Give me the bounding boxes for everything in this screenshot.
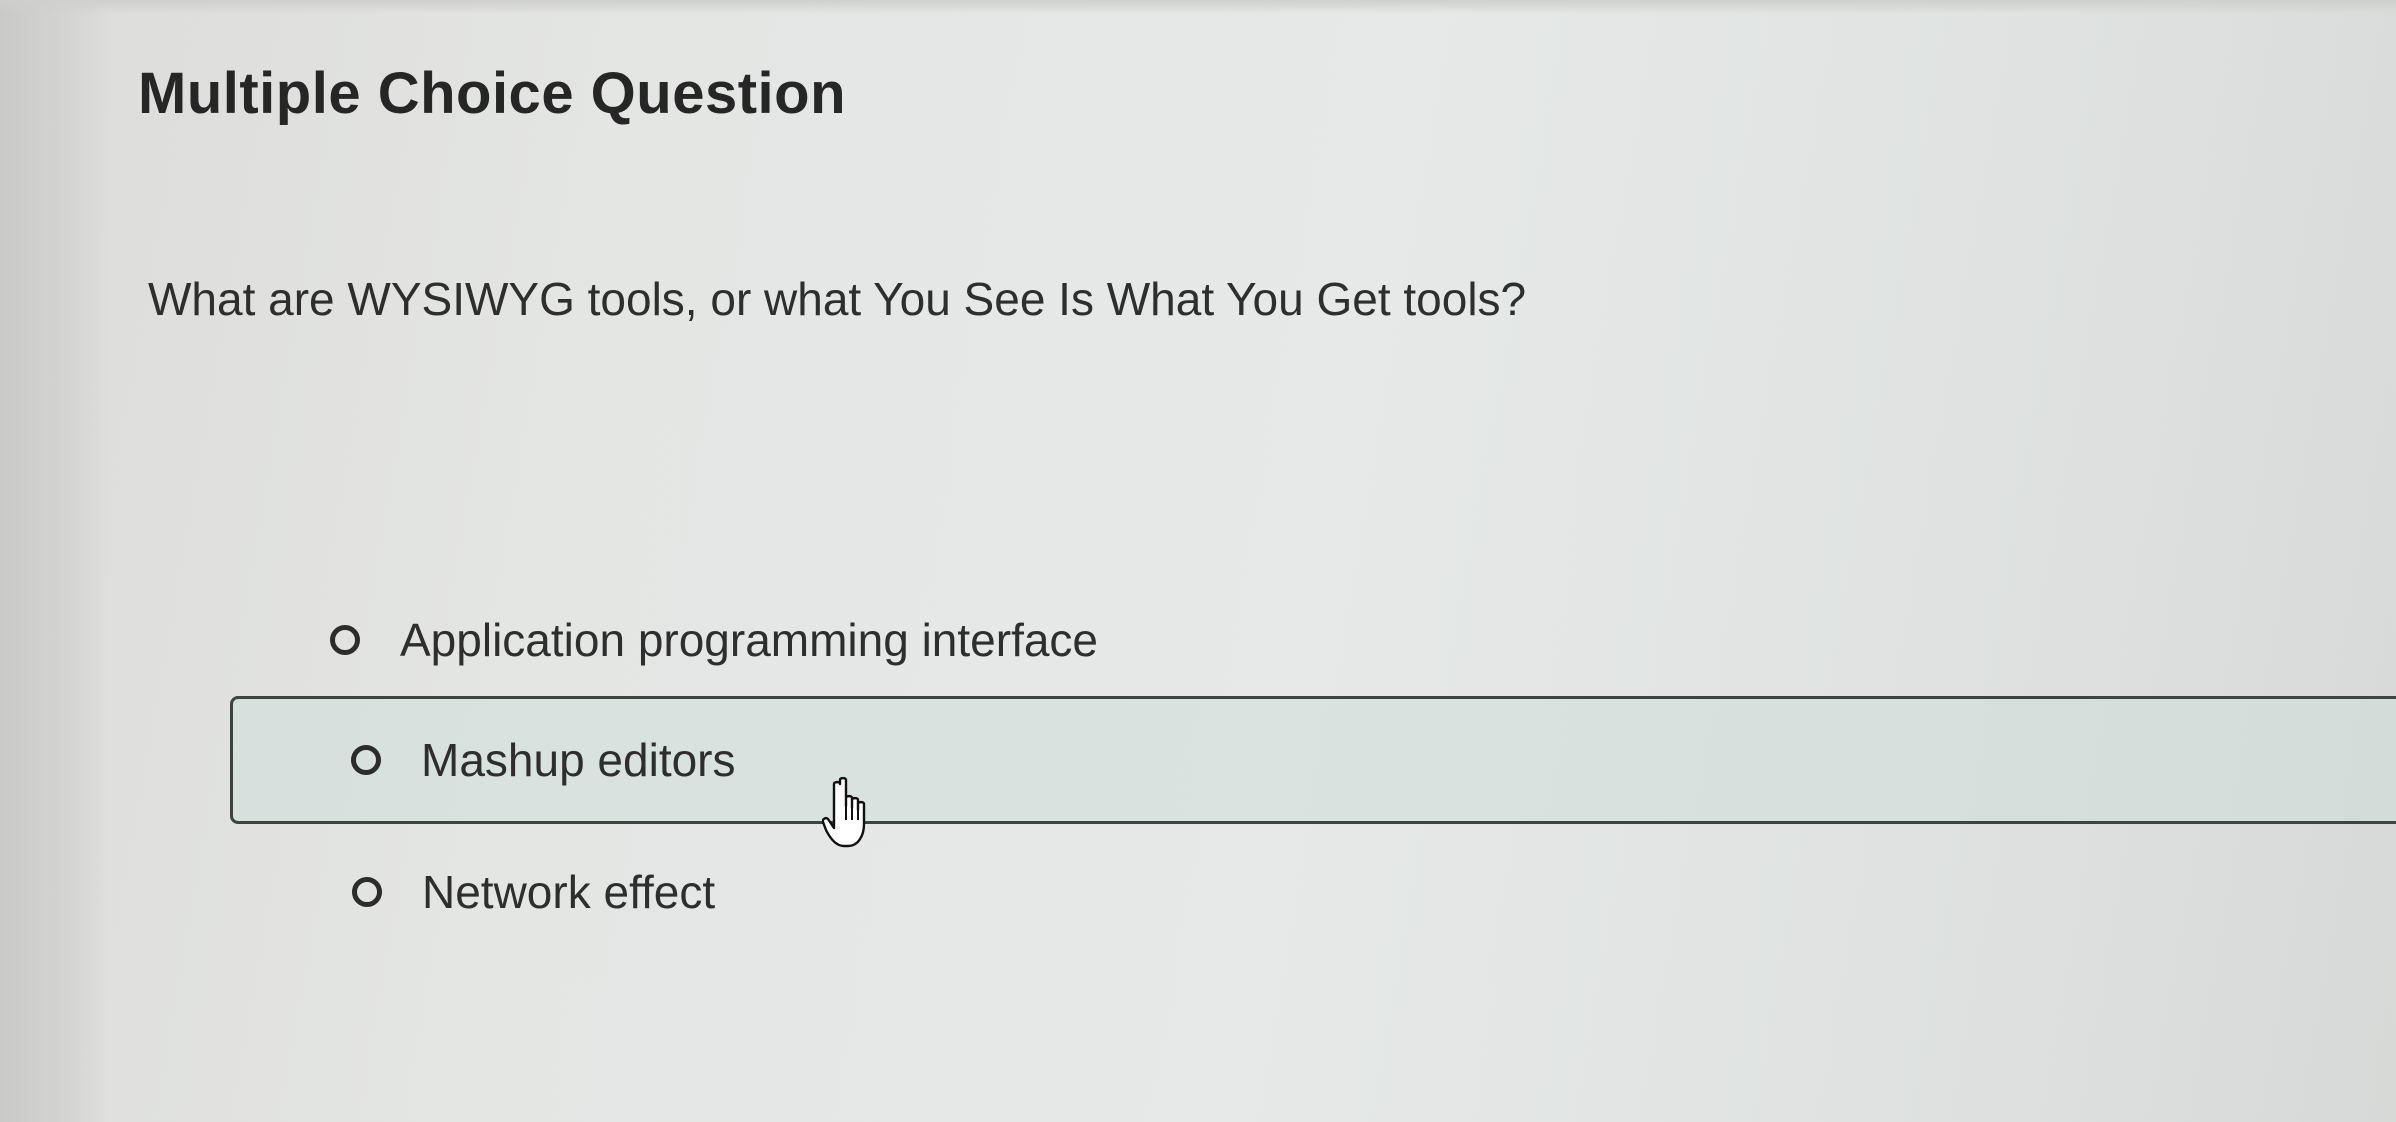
radio-unchecked-icon[interactable]	[352, 877, 382, 907]
answer-option-label: Application programming interface	[400, 614, 1099, 666]
hand-pointer-cursor-icon	[822, 776, 866, 848]
question-panel: Multiple Choice Question What are WYSIWY…	[0, 0, 2396, 1122]
answer-option-label: Mashup editors	[421, 734, 736, 786]
answer-option-mashup-editors[interactable]: Mashup editors	[230, 696, 2396, 824]
answer-option-label: Network effect	[422, 866, 716, 918]
radio-unchecked-icon[interactable]	[330, 625, 360, 655]
answer-option-network-effect[interactable]: Network effect	[352, 852, 1252, 932]
answer-options: Application programming interface Mashup…	[0, 0, 2396, 1122]
radio-unchecked-icon[interactable]	[351, 745, 381, 775]
answer-option-api[interactable]: Application programming interface	[330, 600, 1330, 680]
